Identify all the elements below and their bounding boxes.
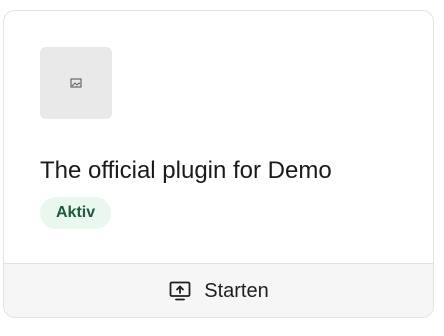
start-button-label: Starten	[204, 279, 269, 302]
plugin-title: The official plugin for Demo	[40, 157, 332, 184]
image-icon	[70, 78, 82, 88]
start-button[interactable]: Starten	[4, 263, 433, 317]
monitor-upload-icon	[169, 281, 191, 300]
plugin-card: The official plugin for Demo Aktiv Start…	[3, 10, 434, 318]
plugin-thumbnail	[40, 47, 112, 119]
status-badge: Aktiv	[40, 197, 112, 229]
